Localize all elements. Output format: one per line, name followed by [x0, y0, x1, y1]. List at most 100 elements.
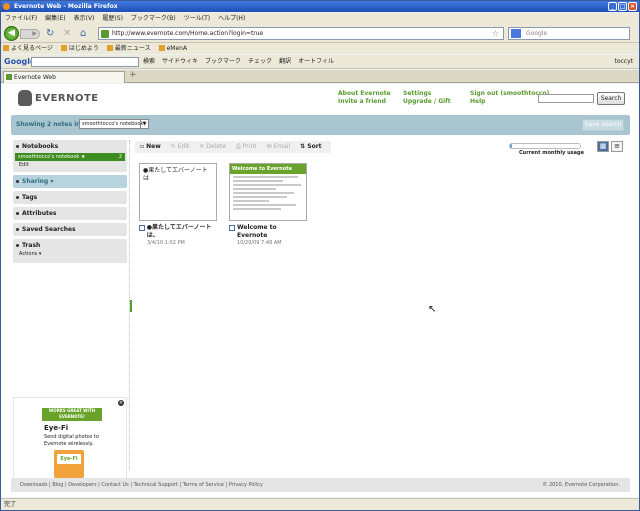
header-links-about: About Evernote Invite a friend: [338, 90, 391, 106]
bookmarks-toolbar: よく見るページ はじめよう 最新ニュース eMenA: [1, 43, 639, 54]
invite-friend-link[interactable]: Invite a friend: [338, 98, 391, 106]
autofill-button[interactable]: オートフィル: [298, 55, 334, 69]
sort-label: Sort: [307, 143, 322, 150]
menu-view[interactable]: 表示(V): [74, 13, 95, 24]
showing-label: Showing 2 notes in: [16, 121, 81, 128]
thumbnail-view-icon[interactable]: ▦: [597, 141, 609, 152]
new-note-button[interactable]: ▫ New: [135, 141, 166, 153]
upgrade-gift-link[interactable]: Upgrade / Gift: [403, 98, 451, 106]
note-card[interactable]: ●果たしてエバーノートは ●果たしてエバーノートは、 3/4/10 1:02 P…: [139, 163, 219, 247]
chevron-down-icon: ▼: [140, 120, 148, 128]
note-checkbox[interactable]: [139, 225, 145, 231]
sidebar-item-notebook[interactable]: smoothtocco's notebook ★ 2: [15, 153, 125, 161]
bookmark-item[interactable]: eMenA: [158, 43, 188, 54]
bookmark-item[interactable]: 最新ニュース: [106, 43, 151, 54]
sidebar-section-trash[interactable]: Trash Actions ▾: [13, 239, 127, 263]
note-thumbnail[interactable]: ●果たしてエバーノートは: [139, 163, 217, 221]
bookmark-star-icon[interactable]: ☆: [492, 28, 499, 39]
google-toolbar: Google 検索 サイドウィキ ブックマーク チェック 翻訳 オートフィル t…: [1, 55, 639, 69]
note-search-input[interactable]: [538, 94, 594, 103]
about-evernote-link[interactable]: About Evernote: [338, 90, 391, 98]
note-title[interactable]: ●果たしてエバーノートは、: [147, 224, 219, 240]
usage-label: Current monthly usage: [519, 150, 584, 156]
bookmark-icon: [106, 45, 113, 51]
email-note-button[interactable]: ✉ Email: [262, 141, 296, 153]
elephant-icon: [18, 90, 32, 106]
edit-note-button[interactable]: ✎ Edit: [166, 141, 195, 153]
sidebar-section-sharing[interactable]: Sharing ▾: [13, 175, 127, 188]
google-bookmarks-button[interactable]: ブックマーク: [205, 55, 241, 69]
delete-note-button[interactable]: ✕ Delete: [194, 141, 231, 153]
google-user[interactable]: toccyt: [614, 55, 633, 69]
note-title[interactable]: Welcome to Evernote: [237, 224, 309, 240]
note-card[interactable]: Welcome to Evernote Welcome to Evernote …: [229, 163, 309, 247]
google-search-input[interactable]: [31, 57, 139, 67]
navigation-bar: ◀ ▶ ↻ ✕ ⌂ http://www.evernote.com/Home.a…: [1, 24, 639, 43]
notebook-select-value: smoothtocco's notebook: [82, 121, 144, 127]
mouse-cursor-icon: ↖: [428, 304, 437, 315]
save-search-button[interactable]: Save search: [582, 119, 624, 131]
search-engine-icon[interactable]: [511, 29, 521, 38]
new-label: New: [146, 143, 161, 150]
footer: Downloads | Blog | Developers | Contact …: [11, 478, 630, 492]
bookmark-label: はじめよう: [68, 45, 99, 52]
logo-text: EVERNOTE: [35, 92, 99, 104]
evernote-header: EVERNOTE About Evernote Invite a friend …: [1, 84, 639, 114]
menu-bookmarks[interactable]: ブックマーク(B): [131, 13, 176, 24]
back-button[interactable]: ◀: [4, 26, 19, 41]
stop-icon[interactable]: ✕: [63, 28, 71, 39]
close-button[interactable]: ×: [628, 2, 637, 11]
note-checkbox[interactable]: [229, 225, 235, 231]
browser-search-box[interactable]: Google: [508, 27, 630, 40]
close-icon[interactable]: ×: [118, 400, 124, 406]
saved-searches-heading: Saved Searches: [22, 226, 76, 233]
list-view-icon[interactable]: ≡: [611, 141, 623, 152]
menu-help[interactable]: ヘルプ(H): [218, 13, 245, 24]
menu-history[interactable]: 履歴(S): [102, 13, 123, 24]
sidebar-section-attributes[interactable]: Attributes: [13, 207, 127, 220]
ad-badge: WORKS GREAT WITH EVERNOTE!: [42, 408, 102, 421]
new-tab-button[interactable]: +: [129, 70, 137, 80]
sidebar-section-tags[interactable]: Tags: [13, 191, 127, 204]
footer-links[interactable]: Downloads | Blog | Developers | Contact …: [20, 478, 263, 492]
sidebar-section-notebooks[interactable]: Notebooks smoothtocco's notebook ★ 2 Edi…: [13, 140, 127, 172]
print-note-button[interactable]: ⎙ Print: [231, 141, 262, 153]
eye-fi-ad[interactable]: × WORKS GREAT WITH EVERNOTE! Eye-Fi Send…: [13, 397, 127, 479]
google-search-button[interactable]: 検索: [143, 55, 155, 69]
home-icon[interactable]: ⌂: [80, 28, 86, 39]
reload-icon[interactable]: ↻: [46, 28, 54, 39]
menu-file[interactable]: ファイル(F): [5, 13, 37, 24]
sort-button[interactable]: ⇅ Sort: [295, 141, 326, 153]
sidewiki-button[interactable]: サイドウィキ: [162, 55, 198, 69]
forward-button[interactable]: ▶: [20, 29, 40, 39]
settings-link[interactable]: Settings: [403, 90, 451, 98]
tab-evernote-web[interactable]: Evernote Web: [3, 71, 125, 83]
menu-edit[interactable]: 編集(E): [45, 13, 65, 24]
email-label: Email: [273, 143, 291, 150]
note-thumbnail-text: ●果たしてエバーノートは: [143, 167, 208, 182]
header-links-settings: Settings Upgrade / Gift: [403, 90, 451, 106]
bookmark-item[interactable]: よく見るページ: [3, 43, 53, 54]
notebooks-edit-menu[interactable]: Edit: [19, 161, 29, 170]
chevron-down-icon: ▾: [50, 178, 54, 185]
note-thumbnail[interactable]: Welcome to Evernote: [229, 163, 307, 221]
maximize-button[interactable]: □: [618, 2, 627, 11]
url-bar[interactable]: http://www.evernote.com/Home.action?logi…: [98, 27, 504, 40]
menu-tools[interactable]: ツール(T): [184, 13, 210, 24]
splitter-handle[interactable]: [130, 300, 132, 312]
trash-actions-menu[interactable]: Actions ▾: [19, 250, 41, 259]
evernote-logo[interactable]: EVERNOTE: [18, 90, 99, 106]
sidebar-section-saved-searches[interactable]: Saved Searches: [13, 223, 127, 236]
minimize-button[interactable]: _: [608, 2, 617, 11]
bookmark-item[interactable]: はじめよう: [60, 43, 99, 54]
bookmark-label: eMenA: [166, 45, 188, 52]
search-button[interactable]: Search: [597, 92, 625, 105]
note-thumbnail-title: Welcome to Evernote: [230, 164, 306, 174]
notebooks-heading: Notebooks: [22, 143, 59, 150]
delete-label: Delete: [206, 143, 227, 150]
pane-splitter[interactable]: [129, 140, 132, 470]
notebook-select[interactable]: smoothtocco's notebook ▼: [79, 119, 149, 129]
check-button[interactable]: チェック: [248, 55, 272, 69]
showing-bar: Showing 2 notes in smoothtocco's noteboo…: [11, 115, 630, 135]
translate-button[interactable]: 翻訳: [279, 55, 291, 69]
